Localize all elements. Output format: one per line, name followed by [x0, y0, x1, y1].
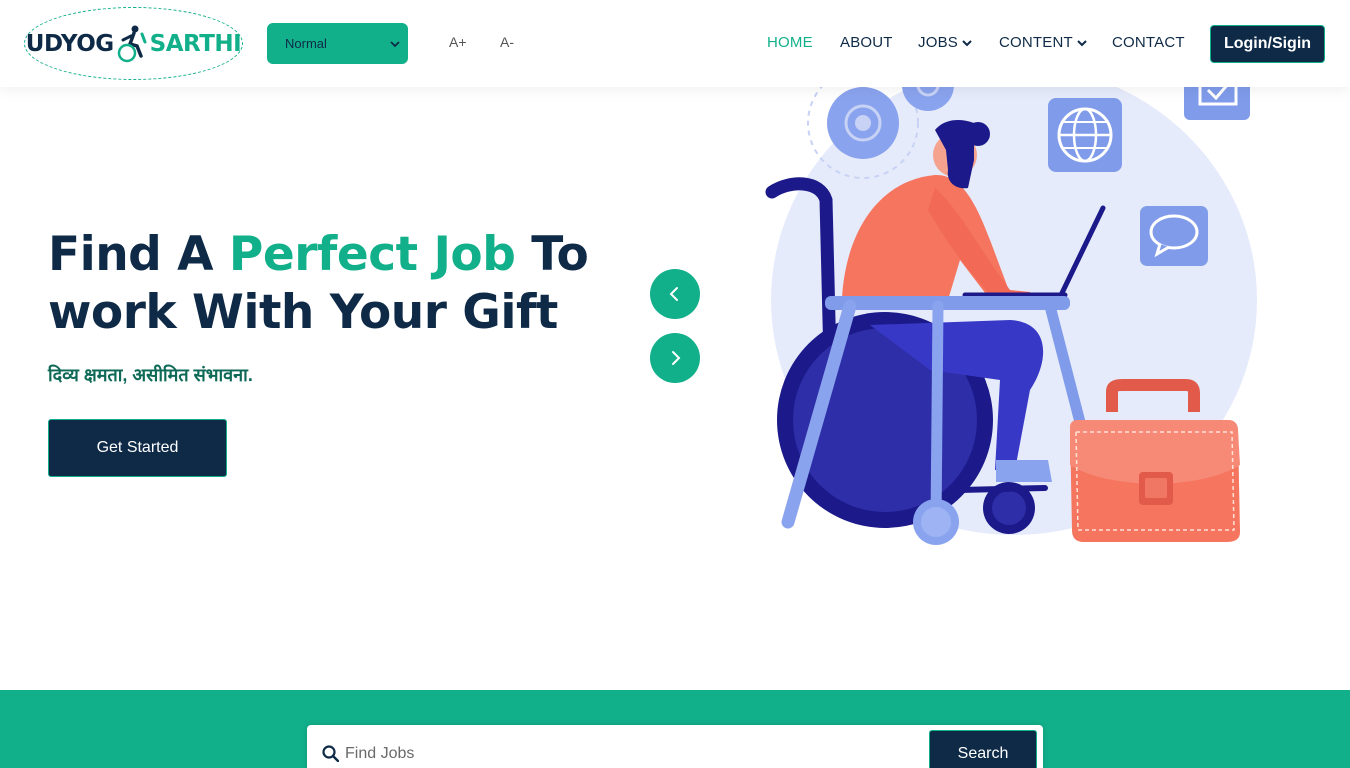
logo-wordmark: UDYOG SARTHI — [25, 24, 242, 64]
hero-tagline: दिव्य क्षमता, असीमित संभावना. — [48, 365, 253, 385]
hero-title: Find A Perfect Job To work With Your Gif… — [48, 226, 589, 342]
get-started-button[interactable]: Get Started — [48, 419, 227, 477]
nav-content-label: CONTENT — [999, 34, 1073, 51]
globe-icon — [1048, 98, 1122, 172]
chevron-down-icon — [1077, 39, 1087, 46]
search-icon — [322, 745, 339, 762]
chat-bubble-icon — [1140, 206, 1208, 266]
nav-contact-label: CONTACT — [1112, 34, 1185, 51]
nav-about-label: ABOUT — [840, 34, 893, 51]
hero-title-highlight: Perfect Job — [228, 227, 516, 282]
carousel-prev-button[interactable] — [650, 269, 700, 319]
job-search-input[interactable] — [345, 739, 915, 768]
search-button[interactable]: Search — [929, 730, 1037, 768]
font-mode-select[interactable]: Normal — [267, 23, 408, 64]
nav-home-label: HOME — [767, 34, 813, 51]
nav-jobs[interactable]: JOBS — [918, 34, 972, 51]
hero-title-part2: To — [515, 227, 589, 282]
font-increase-button[interactable]: A+ — [449, 34, 467, 50]
login-signin-button[interactable]: Login/Sigin — [1210, 25, 1325, 63]
site-header: UDYOG SARTHI Normal A+ A- HOME ABOUT JOB… — [0, 0, 1350, 87]
nav-home[interactable]: HOME — [767, 34, 813, 51]
hero-title-line2: work With Your Gift — [48, 285, 558, 340]
chevron-right-icon — [672, 351, 681, 365]
wheelchair-person-icon — [117, 25, 147, 62]
carousel-next-button[interactable] — [650, 333, 700, 383]
chevron-left-icon — [669, 287, 678, 301]
logo-text-udyog: UDYOG — [25, 30, 114, 57]
nav-about[interactable]: ABOUT — [840, 34, 893, 51]
chevron-down-icon — [390, 40, 400, 47]
logo-text-sarthi: SARTHI — [149, 30, 242, 57]
job-search-bar: Search — [307, 725, 1043, 768]
nav-jobs-label: JOBS — [918, 34, 958, 51]
hero-illustration — [765, 70, 1257, 545]
chevron-down-icon — [962, 39, 972, 46]
nav-contact[interactable]: CONTACT — [1112, 34, 1185, 51]
font-decrease-button[interactable]: A- — [500, 34, 514, 50]
nav-content[interactable]: CONTENT — [999, 34, 1087, 51]
site-logo[interactable]: UDYOG SARTHI — [24, 7, 243, 80]
font-mode-selected: Normal — [285, 36, 327, 51]
hero-title-part1: Find A — [48, 227, 229, 282]
